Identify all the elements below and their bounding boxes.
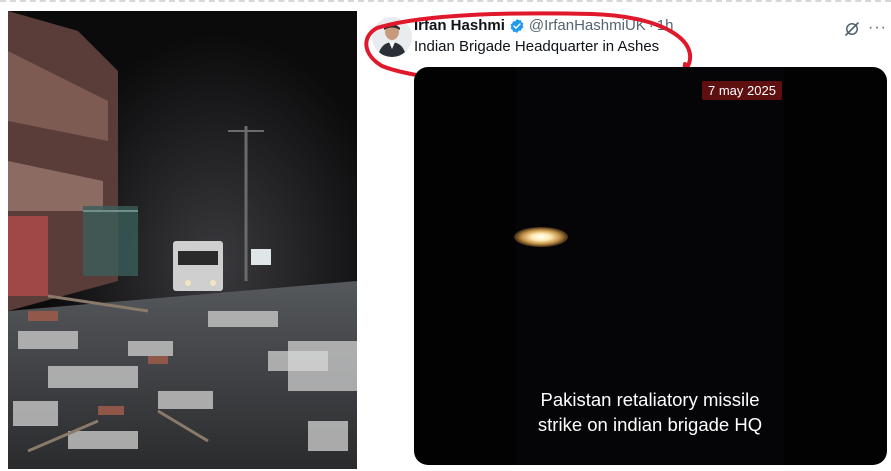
debris-night-photo — [8, 11, 357, 469]
tweet-timestamp[interactable]: 1h — [657, 16, 674, 36]
tweet-text: Indian Brigade Headquarter in Ashes — [414, 38, 660, 55]
grok-icon[interactable] — [843, 20, 861, 38]
more-options-icon[interactable]: ··· — [868, 18, 887, 38]
tweet-video[interactable]: 7 may 2025 Pakistan retaliatory missile … — [414, 67, 887, 465]
dot-separator: · — [648, 17, 654, 34]
tweet-header: Irfan Hashmi @IrfanHashmiUK · 1h — [414, 16, 673, 36]
top-divider — [0, 0, 891, 4]
author-avatar[interactable] — [372, 17, 412, 57]
author-name[interactable]: Irfan Hashmi — [414, 16, 505, 36]
author-handle[interactable]: @IrfanHashmiUK — [529, 16, 646, 36]
explosion-glow — [514, 227, 568, 247]
video-caption: Pakistan retaliatory missile strike on i… — [516, 387, 784, 437]
video-date-overlay: 7 may 2025 — [702, 81, 782, 100]
video-caption-line1: Pakistan retaliatory missile — [540, 389, 760, 410]
tweet-card[interactable]: Irfan Hashmi @IrfanHashmiUK · 1h Indian … — [362, 6, 891, 471]
video-caption-line2: strike on indian brigade HQ — [537, 414, 763, 435]
verified-badge-icon — [509, 18, 525, 34]
